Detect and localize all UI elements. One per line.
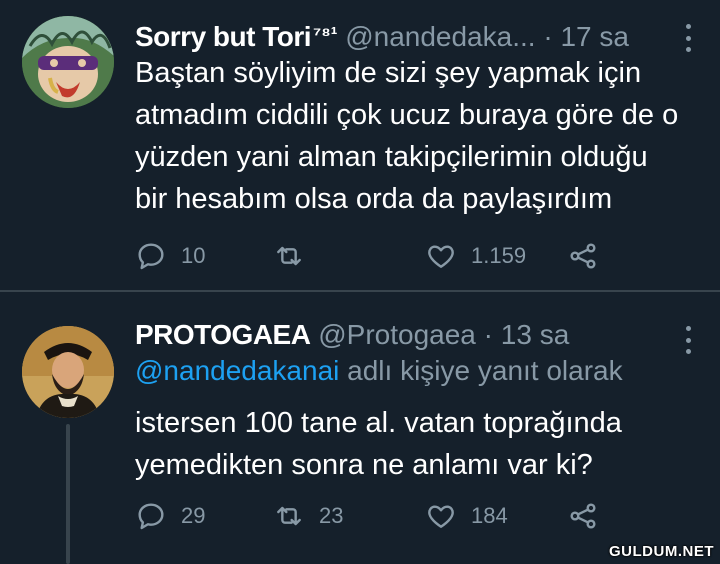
like-icon bbox=[428, 245, 454, 268]
retweet-count: 23 bbox=[319, 503, 344, 528]
reply-count: 29 bbox=[181, 503, 206, 528]
more-icon[interactable] bbox=[684, 326, 692, 354]
tweet-text-line: yemedikten sonra ne anlamı var ki? bbox=[135, 449, 593, 481]
reply-icon bbox=[138, 243, 164, 270]
avatar[interactable] bbox=[22, 326, 114, 418]
separator-dot: · bbox=[543, 21, 553, 52]
more-icon[interactable] bbox=[684, 24, 692, 52]
reply-button[interactable]: 29 bbox=[135, 496, 205, 536]
tweet-text-line: atmadım ciddili çok ucuz buraya göre de … bbox=[135, 99, 679, 131]
display-name[interactable]: Sorry but Tori bbox=[135, 21, 312, 52]
share-button[interactable] bbox=[567, 236, 613, 276]
retweet-icon bbox=[277, 246, 301, 266]
separator-dot: · bbox=[483, 319, 493, 350]
reply-context: @nandedakanai adlı kişiye yanıt olarak bbox=[135, 354, 623, 388]
like-count: 1.159 bbox=[471, 243, 527, 268]
avatar[interactable] bbox=[22, 16, 114, 108]
tweet-header: Sorry but Tori ⁷⁸¹ @nandedaka... · 17 sa bbox=[135, 20, 629, 54]
like-icon bbox=[428, 505, 454, 528]
tweet-text-line: istersen 100 tane al. vatan toprağında bbox=[135, 407, 622, 439]
reply-to-suffix: adlı kişiye yanıt olarak bbox=[339, 355, 623, 386]
tweet-header: PROTOGAEA @Protogaea · 13 sa bbox=[135, 318, 569, 352]
retweet-icon bbox=[277, 506, 301, 526]
reply-icon bbox=[138, 503, 164, 530]
name-badge: ⁷⁸¹ bbox=[313, 24, 338, 46]
tweet-text-line: bir hesabım olsa orda da paylaşırdım bbox=[135, 183, 613, 215]
watermark: GULDUM.NET bbox=[609, 543, 714, 560]
tweet-text: istersen 100 tane al. vatan toprağında y… bbox=[135, 402, 705, 486]
display-name[interactable]: PROTOGAEA bbox=[135, 319, 311, 350]
reply-count: 10 bbox=[181, 243, 206, 268]
tweet-text-line: yüzden yani alman takipçilerimin olduğu bbox=[135, 141, 648, 173]
tweet-text: Baştan söyliyim de sizi şey yapmak için … bbox=[135, 52, 705, 220]
thread-line bbox=[66, 424, 70, 564]
like-button[interactable]: 184 bbox=[425, 496, 508, 536]
reply-button[interactable]: 10 bbox=[135, 236, 205, 276]
timestamp[interactable]: 17 sa bbox=[560, 21, 629, 52]
share-icon bbox=[570, 243, 596, 269]
handle[interactable]: @nandedaka... bbox=[345, 21, 535, 52]
share-icon bbox=[570, 503, 596, 529]
reply-to-mention[interactable]: @nandedakanai bbox=[135, 355, 339, 386]
handle[interactable]: @Protogaea bbox=[318, 319, 476, 350]
like-button[interactable]: 1.159 bbox=[425, 236, 526, 276]
retweet-button[interactable] bbox=[273, 236, 319, 276]
tweet-2[interactable]: PROTOGAEA @Protogaea · 13 sa @nandedakan… bbox=[0, 292, 720, 564]
tweet-text-line: Baştan söyliyim de sizi şey yapmak için bbox=[135, 57, 642, 89]
share-button[interactable] bbox=[567, 496, 613, 536]
timestamp[interactable]: 13 sa bbox=[501, 319, 570, 350]
action-bar: 10 1.159 bbox=[135, 236, 615, 276]
retweet-button[interactable]: 23 bbox=[273, 496, 343, 536]
tweet-1[interactable]: Sorry but Tori ⁷⁸¹ @nandedaka... · 17 sa … bbox=[0, 0, 720, 290]
like-count: 184 bbox=[471, 503, 508, 528]
action-bar: 29 23 184 bbox=[135, 496, 615, 536]
